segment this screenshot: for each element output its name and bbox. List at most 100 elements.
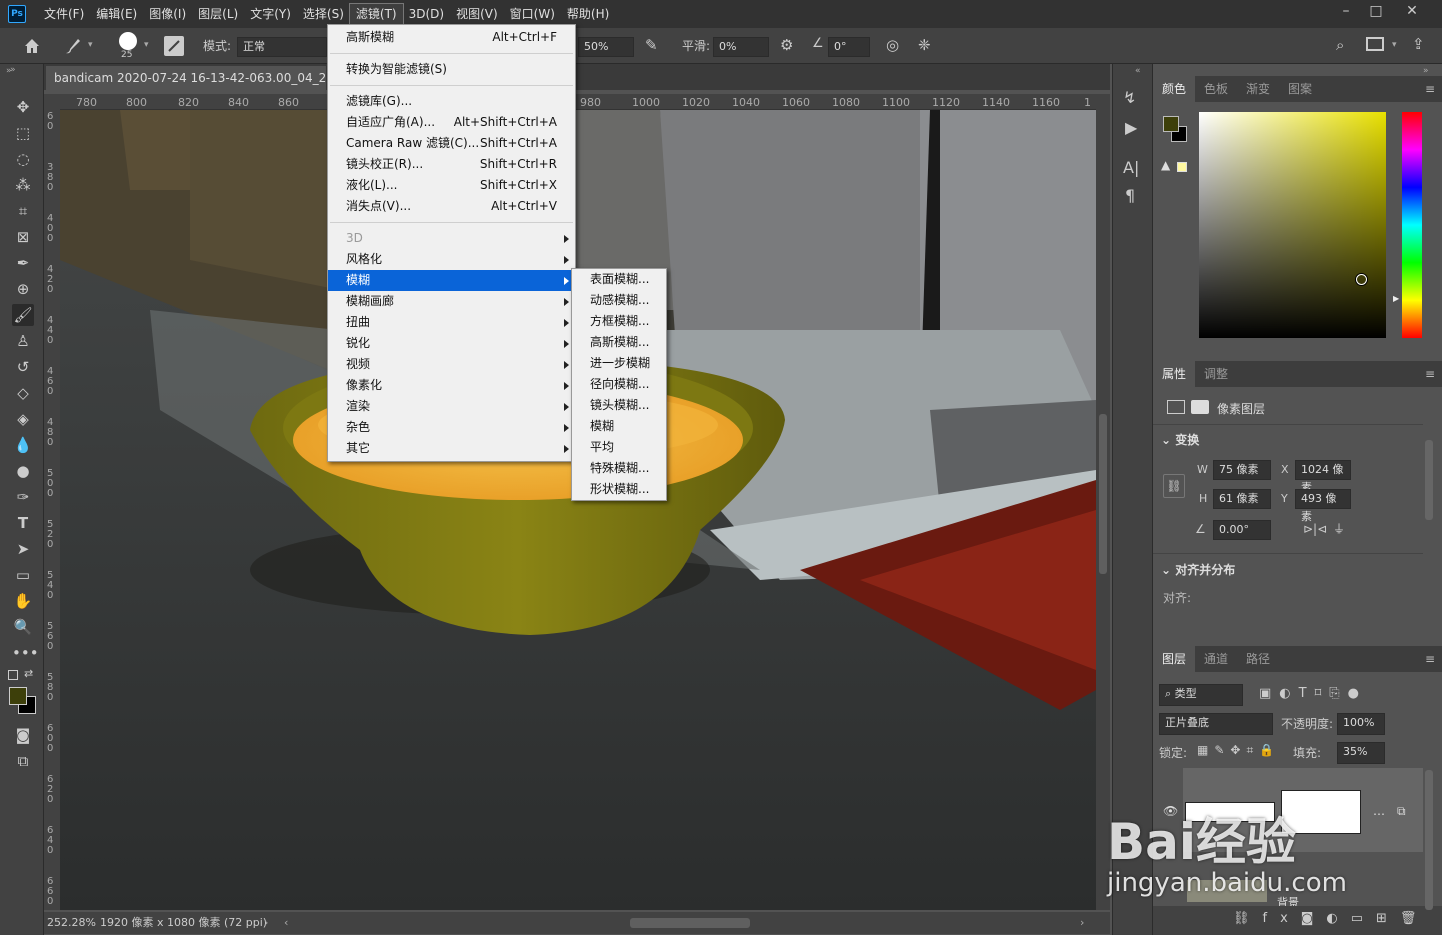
properties-scrollbar[interactable] <box>1425 440 1433 520</box>
filter-menu-item[interactable]: 高斯模糊 Alt+Ctrl+F <box>328 27 575 48</box>
filter-menu-item[interactable]: 模糊 <box>328 270 575 291</box>
workspace-icon[interactable] <box>1366 37 1384 51</box>
blur-submenu-item[interactable]: 方框模糊... <box>572 311 666 332</box>
menu-item[interactable]: 滤镜(T) <box>348 3 404 25</box>
menu-item[interactable]: 文件(F) <box>38 4 90 24</box>
filter-menu-item[interactable]: 消失点(V)... Alt+Ctrl+V <box>328 196 575 217</box>
eraser-tool-icon[interactable]: ◇ <box>12 382 34 404</box>
brush-tool-icon[interactable]: 🖌 <box>12 304 34 326</box>
chevron-down-icon[interactable]: ▾ <box>88 40 93 50</box>
filter-menu-item[interactable]: 转换为智能滤镜(S) <box>328 59 575 80</box>
brush-preset-icon[interactable] <box>119 32 137 50</box>
expand-icon[interactable]: » <box>1423 66 1429 76</box>
blur-tool-icon[interactable]: 💧 <box>12 434 34 456</box>
minimize-icon[interactable]: – <box>1330 0 1362 22</box>
layer-actions-icons[interactable]: ⛓fx◙◐▭⊞🗑 <box>1233 911 1429 926</box>
tab-adjustments[interactable]: 调整 <box>1195 361 1237 387</box>
filter-menu-item[interactable]: 镜头校正(R)... Shift+Ctrl+R <box>328 154 575 175</box>
flip-vertical-icon[interactable]: ⏚ <box>1333 520 1345 537</box>
path-select-icon[interactable]: ➤ <box>12 538 34 560</box>
stamp-tool-icon[interactable]: ♙ <box>12 330 34 352</box>
tab-swatches[interactable]: 色板 <box>1195 76 1237 102</box>
tab-color[interactable]: 颜色 <box>1153 76 1196 102</box>
transform-section-title[interactable]: ⌄ 变换 <box>1161 431 1199 448</box>
blur-submenu-item[interactable]: 形状模糊... <box>572 479 666 500</box>
dodge-tool-icon[interactable]: ● <box>12 460 34 482</box>
link-icon[interactable]: ⛓ <box>1163 474 1185 498</box>
color-picker-handle[interactable] <box>1356 274 1367 285</box>
crop-tool-icon[interactable]: ⌗ <box>12 200 34 222</box>
filter-menu-item[interactable]: Camera Raw 滤镜(C)... Shift+Ctrl+A <box>328 133 575 154</box>
default-colors-icon[interactable] <box>8 670 18 680</box>
opacity-select[interactable]: 50% <box>578 37 634 57</box>
blur-submenu-item[interactable]: 镜头模糊... <box>572 395 666 416</box>
menu-item[interactable]: 图像(I) <box>143 4 192 24</box>
width-input[interactable]: 75 像素 <box>1213 460 1271 480</box>
filter-menu-item[interactable]: 视频 <box>328 354 575 375</box>
quick-select-tool-icon[interactable]: ⁂ <box>12 174 34 196</box>
swap-colors-icon[interactable]: ⇄ <box>24 667 33 680</box>
panel-menu-icon[interactable]: ≡ <box>1425 82 1435 96</box>
y-input[interactable]: 493 像素 <box>1295 489 1351 523</box>
pen-tool-icon[interactable]: ✑ <box>12 486 34 508</box>
x-input[interactable]: 1024 像素 <box>1295 460 1351 494</box>
play-actions-icon[interactable]: ▶ <box>1125 118 1137 137</box>
close-icon[interactable]: ✕ <box>1396 0 1428 22</box>
chevron-down-icon[interactable]: ▾ <box>1392 40 1397 50</box>
panel-menu-icon[interactable]: ≡ <box>1425 367 1435 381</box>
tab-channels[interactable]: 通道 <box>1195 646 1237 672</box>
layers-scrollbar[interactable] <box>1425 770 1433 910</box>
flip-horizontal-icon[interactable]: ⊳|⊲ <box>1303 522 1327 536</box>
blur-submenu-item[interactable]: 进一步模糊 <box>572 353 666 374</box>
paragraph-panel-icon[interactable]: ¶ <box>1125 186 1135 205</box>
layer-mask-icon[interactable] <box>1191 400 1209 414</box>
fill-input[interactable]: 35% <box>1337 742 1385 764</box>
menu-item[interactable]: 选择(S) <box>297 4 350 24</box>
blur-submenu-item[interactable]: 径向模糊... <box>572 374 666 395</box>
filter-menu-item[interactable]: 扭曲 <box>328 312 575 333</box>
pressure-size-icon[interactable]: ◎ <box>886 36 899 54</box>
blur-submenu-item[interactable]: 表面模糊... <box>572 269 666 290</box>
filter-menu-item[interactable]: 自适应广角(A)... Alt+Shift+Ctrl+A <box>328 112 575 133</box>
filter-menu-item[interactable]: 液化(L)... Shift+Ctrl+X <box>328 175 575 196</box>
tab-gradients[interactable]: 渐变 <box>1237 76 1279 102</box>
filter-menu-item[interactable]: 其它 <box>328 438 575 459</box>
history-brush-icon[interactable]: ↺ <box>12 356 34 378</box>
filter-menu-item[interactable]: 像素化 <box>328 375 575 396</box>
screen-mode-icon[interactable]: ⧉ <box>12 750 34 772</box>
layer-filter-select[interactable]: ⌕ 类型 <box>1159 684 1243 706</box>
brush-settings-icon[interactable] <box>164 36 184 56</box>
filter-menu-item[interactable]: 锐化 <box>328 333 575 354</box>
lasso-tool-icon[interactable]: ◌ <box>12 148 34 170</box>
rectangle-tool-icon[interactable]: ▭ <box>12 564 34 586</box>
blend-mode-select[interactable]: 正片叠底 <box>1159 713 1273 735</box>
hue-slider-handle[interactable]: ▶ <box>1393 294 1399 303</box>
gear-icon[interactable]: ⚙ <box>780 36 793 54</box>
history-icon[interactable]: ↯ <box>1123 88 1136 107</box>
collapse-icon[interactable]: » <box>10 65 16 75</box>
menu-item[interactable]: 3D(D) <box>403 4 450 24</box>
blur-submenu-item[interactable]: 特殊模糊... <box>572 458 666 479</box>
smooth-select[interactable]: 0% <box>713 37 769 57</box>
document-tab[interactable]: bandicam 2020-07-24 16-13-42-063.00_04_2… <box>46 66 326 90</box>
maximize-icon[interactable]: □ <box>1360 0 1392 22</box>
menu-item[interactable]: 图层(L) <box>192 4 244 24</box>
zoom-level[interactable]: 252.28% <box>47 912 96 934</box>
character-panel-icon[interactable]: A| <box>1123 158 1139 177</box>
pressure-opacity-icon[interactable]: ✎ <box>645 36 665 56</box>
more-tools-icon[interactable]: ••• <box>12 642 39 664</box>
search-icon[interactable]: ⌕ <box>1336 36 1344 54</box>
height-input[interactable]: 61 像素 <box>1213 489 1271 509</box>
menu-item[interactable]: 帮助(H) <box>561 4 615 24</box>
mode-select[interactable]: 正常 <box>237 37 327 57</box>
layer-filter-icons[interactable]: ▣◐T⌑⎘● <box>1259 686 1367 701</box>
blur-submenu-item[interactable]: 高斯模糊... <box>572 332 666 353</box>
horizontal-scroll-thumb[interactable] <box>630 918 750 928</box>
marquee-tool-icon[interactable]: ⬚ <box>12 122 34 144</box>
panel-menu-icon[interactable]: ≡ <box>1425 652 1435 666</box>
gamut-warning-icon[interactable]: ▲ <box>1161 158 1170 172</box>
zoom-tool-icon[interactable]: 🔍 <box>12 616 34 638</box>
blur-submenu-item[interactable]: 动感模糊... <box>572 290 666 311</box>
rotation-input[interactable]: 0.00° <box>1213 520 1271 540</box>
filter-menu-item[interactable]: 风格化 <box>328 249 575 270</box>
